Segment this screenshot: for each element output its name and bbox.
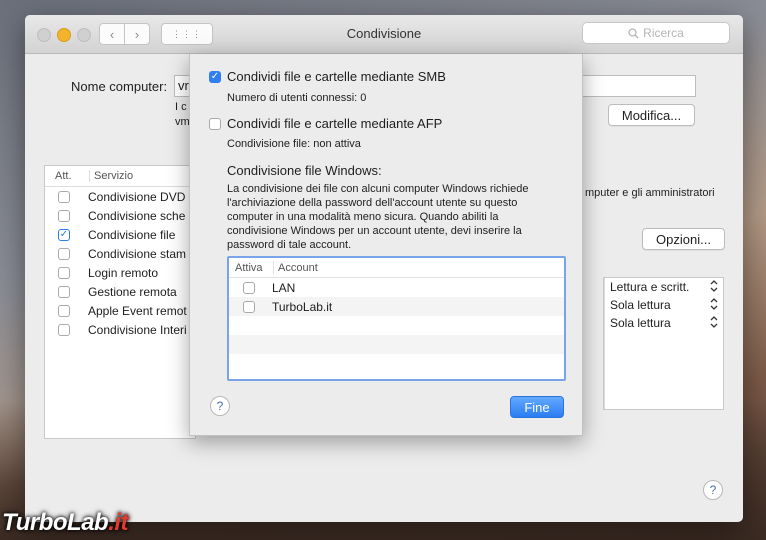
- search-field[interactable]: Ricerca: [582, 22, 730, 44]
- computer-name-value: vr: [178, 78, 189, 93]
- modifica-button[interactable]: Modifica...: [608, 104, 695, 126]
- header-service: Servizio: [89, 170, 133, 182]
- permission-label: Sola lettura: [610, 316, 671, 330]
- permission-label: Lettura e scritt.: [610, 280, 690, 294]
- permission-popup[interactable]: Sola lettura: [605, 314, 723, 332]
- account-row[interactable]: TurboLab.it: [229, 297, 564, 316]
- watermark-it: .it: [108, 509, 129, 536]
- empty-row: [229, 316, 564, 335]
- service-checkbox[interactable]: [58, 190, 70, 203]
- header-attiva: Attiva: [235, 261, 263, 274]
- services-rows: Condivisione DVD Condivisione sche ✓ Condiv…: [45, 187, 195, 339]
- service-label: Condivisione Interi: [88, 322, 187, 337]
- help-icon: ?: [709, 483, 717, 497]
- afp-option[interactable]: Condividi file e cartelle mediante AFP: [209, 116, 442, 131]
- service-checkbox[interactable]: [58, 323, 70, 336]
- service-row[interactable]: Condivisione sche: [45, 206, 195, 225]
- service-label: Condivisione DVD: [88, 189, 186, 204]
- service-checkbox[interactable]: [58, 304, 70, 317]
- service-row[interactable]: Condivisione Interi: [45, 320, 195, 339]
- sheet-help-button[interactable]: ?: [210, 396, 230, 416]
- windows-sharing-description: La condivisione dei file con alcuni comp…: [227, 183, 529, 251]
- accounts-table: Attiva Account LAN TurboLab.it: [227, 256, 566, 381]
- account-row[interactable]: LAN: [229, 278, 564, 297]
- service-row[interactable]: Apple Event remot: [45, 301, 195, 320]
- permission-label: Sola lettura: [610, 298, 671, 312]
- service-label: Condivisione file: [88, 227, 176, 242]
- search-icon: [628, 27, 639, 38]
- updown-chevron-icon: [710, 280, 718, 294]
- service-row[interactable]: ✓ Condivisione file: [45, 225, 195, 244]
- empty-row: [229, 335, 564, 354]
- service-row[interactable]: Condivisione stam: [45, 244, 195, 263]
- header-account: Account: [273, 261, 318, 274]
- permissions-list: Lettura e scritt. Sola lettura Sola lettur…: [603, 277, 724, 410]
- computer-name-label: Nome computer:: [71, 79, 168, 94]
- afp-label: Condividi file e cartelle mediante AFP: [227, 116, 443, 131]
- smb-option[interactable]: ✓ Condividi file e cartelle mediante SMB: [209, 69, 446, 84]
- account-name: LAN: [272, 280, 296, 295]
- accounts-rows: LAN TurboLab.it: [229, 278, 564, 373]
- permission-popup[interactable]: Sola lettura: [605, 296, 723, 314]
- opzioni-button[interactable]: Opzioni...: [642, 228, 725, 250]
- info-text-2: vm: [175, 116, 190, 128]
- accounts-header: Attiva Account: [229, 258, 564, 278]
- service-checkbox[interactable]: [58, 247, 70, 260]
- service-row[interactable]: Gestione remota: [45, 282, 195, 301]
- watermark-turbolab: TurboLab: [2, 509, 109, 536]
- file-sharing-options-sheet: ✓ Condividi file e cartelle mediante SMB…: [189, 54, 583, 436]
- updown-chevron-icon: [710, 298, 718, 312]
- help-icon: ?: [216, 399, 224, 413]
- service-label: Gestione remota: [88, 284, 177, 299]
- help-button[interactable]: ?: [703, 480, 723, 500]
- smb-label: Condividi file e cartelle mediante SMB: [227, 69, 446, 84]
- service-label: Condivisione stam: [88, 246, 187, 261]
- service-row[interactable]: Login remoto: [45, 263, 195, 282]
- service-label: Login remoto: [88, 265, 159, 280]
- account-name: TurboLab.it: [272, 299, 333, 314]
- service-label: Condivisione sche: [88, 208, 186, 223]
- service-checkbox[interactable]: [58, 285, 70, 298]
- services-list: Att. Servizio Condivisione DVD Condivisio…: [44, 165, 196, 439]
- search-placeholder: Ricerca: [643, 26, 684, 40]
- titlebar: ‹ › ⋮⋮⋮ Condivisione Ricerca: [25, 15, 743, 54]
- smb-checkbox[interactable]: ✓: [209, 70, 221, 83]
- service-checkbox[interactable]: [58, 266, 70, 279]
- service-label: Apple Event remot: [88, 303, 187, 318]
- windows-sharing-title: Condivisione file Windows:: [227, 163, 382, 178]
- updown-chevron-icon: [710, 316, 718, 330]
- empty-row: [229, 354, 564, 373]
- account-active-checkbox[interactable]: [243, 281, 255, 294]
- service-row[interactable]: Condivisione DVD: [45, 187, 195, 206]
- smb-users-count: Numero di utenti connessi: 0: [227, 92, 367, 104]
- service-checkbox[interactable]: [58, 209, 70, 222]
- afp-status: Condivisione file: non attiva: [227, 138, 361, 150]
- info-text-1: I c: [175, 101, 187, 113]
- permissions-rows: Lettura e scritt. Sola lettura Sola lettur…: [604, 278, 723, 409]
- service-checkbox[interactable]: ✓: [58, 228, 70, 241]
- services-header: Att. Servizio: [45, 166, 195, 187]
- done-button[interactable]: Fine: [510, 396, 564, 418]
- header-att: Att.: [55, 170, 72, 182]
- watermark: TurboLab.it: [2, 509, 129, 537]
- permission-popup[interactable]: Lettura e scritt.: [605, 278, 723, 296]
- access-note: mputer e gli amministratori: [585, 187, 715, 199]
- account-active-checkbox[interactable]: [243, 300, 255, 313]
- afp-checkbox[interactable]: [209, 117, 221, 130]
